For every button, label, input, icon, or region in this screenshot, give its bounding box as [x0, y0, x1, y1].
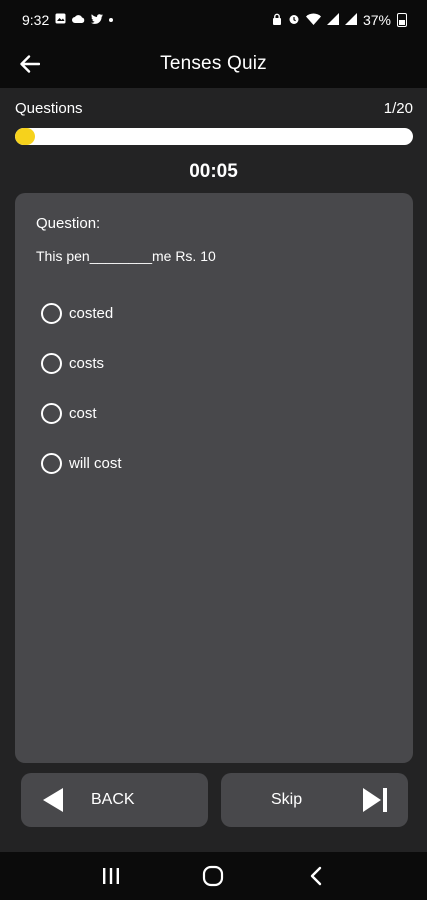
- timer: 00:05: [189, 161, 238, 182]
- home-button[interactable]: [193, 856, 233, 896]
- cloud-icon: [72, 14, 85, 26]
- signal-icon: [326, 12, 339, 28]
- progress-counter: 1/20: [383, 100, 413, 117]
- skip-button[interactable]: Skip: [221, 773, 408, 827]
- option-cost[interactable]: cost: [36, 402, 392, 424]
- battery-icon: [397, 13, 407, 27]
- progress-bar: [15, 128, 413, 145]
- page-title: Tenses Quiz: [160, 53, 267, 74]
- status-bar: 9:32 37%: [0, 0, 427, 40]
- radio-button-icon[interactable]: [41, 452, 62, 474]
- back-button[interactable]: BACK: [21, 773, 208, 827]
- gallery-icon: [55, 13, 66, 27]
- option-will-cost[interactable]: will cost: [36, 452, 392, 474]
- chevron-left-icon: [310, 866, 322, 886]
- option-label: cost: [69, 404, 97, 422]
- question-text: This pen________me Rs. 10: [36, 248, 216, 264]
- question-card: Question: This pen________me Rs. 10 cost…: [15, 193, 413, 763]
- skip-button-label: Skip: [271, 791, 303, 808]
- back-arrow-icon[interactable]: [18, 52, 42, 76]
- alarm-icon: [288, 13, 300, 28]
- system-nav-bar: [0, 852, 427, 900]
- battery-percent: 37%: [362, 12, 391, 28]
- twitter-icon: [91, 13, 104, 27]
- option-costed[interactable]: costed: [36, 302, 392, 324]
- answer-options: costed costs cost will cost: [36, 302, 392, 474]
- home-icon: [203, 865, 224, 887]
- option-costs[interactable]: costs: [36, 352, 392, 374]
- question-heading: Question:: [36, 215, 101, 232]
- status-left: 9:32: [22, 12, 114, 28]
- app-header: Tenses Quiz: [0, 40, 427, 88]
- radio-button-icon[interactable]: [41, 402, 62, 424]
- signal-icon-2: [344, 12, 357, 28]
- radio-button-icon[interactable]: [41, 352, 62, 374]
- system-back-button[interactable]: [296, 856, 336, 896]
- wifi-icon: [305, 13, 321, 28]
- back-button-label: BACK: [91, 791, 135, 808]
- triangle-left-icon: [43, 788, 63, 812]
- recent-apps-button[interactable]: [91, 856, 131, 896]
- skip-next-icon: [361, 787, 389, 813]
- option-label: costs: [69, 354, 105, 372]
- option-label: will cost: [69, 454, 122, 472]
- notification-dot-icon: [109, 18, 114, 22]
- radio-button-icon[interactable]: [41, 302, 62, 324]
- progress-label: Questions: [15, 100, 83, 117]
- recent-apps-icon: [103, 868, 120, 884]
- lock-icon: [272, 13, 282, 28]
- progress-bar-fill: [15, 128, 35, 145]
- progress-header: Questions 1/20: [15, 100, 413, 117]
- status-time: 9:32: [22, 12, 50, 28]
- status-right: 37%: [272, 12, 407, 28]
- option-label: costed: [69, 304, 114, 322]
